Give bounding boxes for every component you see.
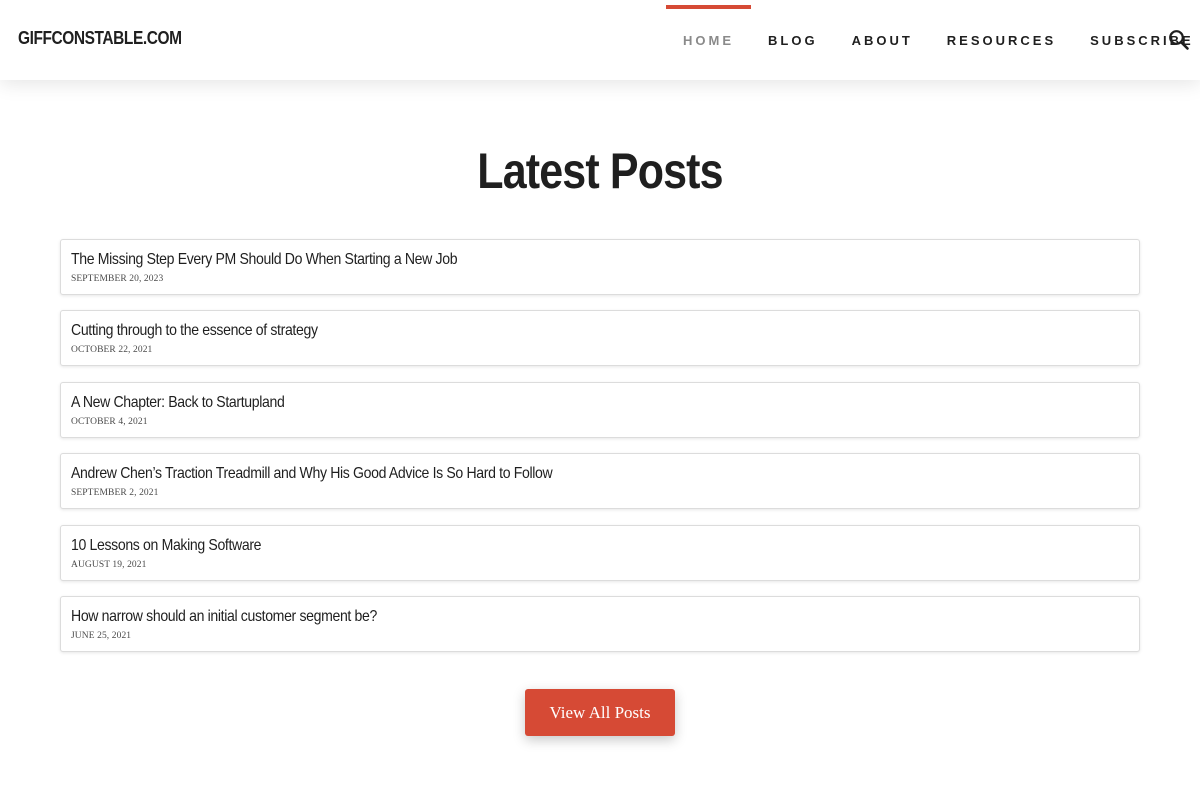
post-card[interactable]: 10 Lessons on Making Software AUGUST 19,… (60, 524, 1140, 581)
main-nav: HOME BLOG ABOUT RESOURCES SUBSCRIBE (666, 0, 1200, 80)
post-card[interactable]: Andrew Chen’s Traction Treadmill and Why… (60, 453, 1140, 510)
post-date: AUGUST 19, 2021 (71, 559, 147, 570)
post-title[interactable]: 10 Lessons on Making Software (71, 534, 262, 558)
post-title[interactable]: Cutting through to the essence of strate… (71, 319, 318, 343)
nav-item-home[interactable]: HOME (666, 0, 751, 80)
page-title: Latest Posts (477, 143, 723, 199)
post-title[interactable]: A New Chapter: Back to Startupland (71, 391, 285, 415)
post-title[interactable]: Andrew Chen’s Traction Treadmill and Why… (71, 462, 553, 486)
site-header: GIFFCONSTABLE.COM HOME BLOG ABOUT RESOUR… (0, 0, 1200, 80)
post-card[interactable]: How narrow should an initial customer se… (60, 595, 1140, 652)
nav-item-about[interactable]: ABOUT (835, 0, 930, 80)
view-all-posts-button[interactable]: View All Posts (525, 689, 675, 736)
post-date: SEPTEMBER 20, 2023 (71, 274, 164, 284)
post-card[interactable]: A New Chapter: Back to Startupland OCTOB… (60, 381, 1140, 438)
post-date: JUNE 25, 2021 (71, 630, 132, 641)
post-date: OCTOBER 22, 2021 (71, 345, 153, 356)
site-logo[interactable]: GIFFCONSTABLE.COM (18, 28, 182, 49)
nav-item-blog[interactable]: BLOG (751, 0, 835, 80)
post-date: OCTOBER 4, 2021 (71, 416, 148, 427)
nav-item-resources[interactable]: RESOURCES (930, 0, 1073, 80)
post-card[interactable]: The Missing Step Every PM Should Do When… (60, 239, 1140, 295)
main-content: Latest Posts The Missing Step Every PM S… (0, 80, 1200, 736)
post-title[interactable]: The Missing Step Every PM Should Do When… (71, 248, 458, 272)
post-list: The Missing Step Every PM Should Do When… (60, 239, 1140, 667)
post-title[interactable]: How narrow should an initial customer se… (71, 605, 377, 629)
post-card[interactable]: Cutting through to the essence of strate… (60, 310, 1140, 367)
search-button[interactable] (1168, 29, 1190, 51)
post-date: SEPTEMBER 2, 2021 (71, 488, 159, 499)
search-icon (1169, 30, 1189, 50)
